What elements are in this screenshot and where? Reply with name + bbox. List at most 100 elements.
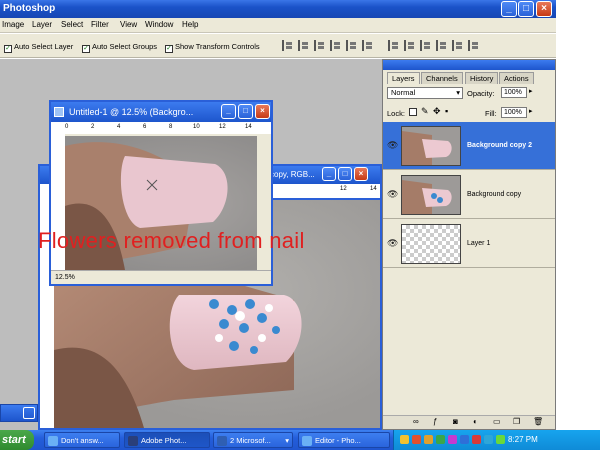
lock-pixels-icon[interactable]: ✎ (421, 106, 429, 117)
menu-layer[interactable]: Layer (32, 20, 52, 29)
layer-name: Background copy (467, 191, 522, 198)
menu-window[interactable]: Window (145, 20, 173, 29)
distribute-left-icon[interactable] (436, 40, 447, 51)
doc-front-close-button[interactable]: × (255, 104, 270, 119)
taskbar-item-microsoft-word[interactable]: 2 Microsof... ▾ (213, 432, 293, 448)
document-window-front[interactable]: Untitled-1 @ 12.5% (Backgro... _ □ × 0 2… (49, 100, 273, 286)
layer-mask-icon[interactable]: ◙ (453, 417, 458, 426)
show-transform-controls-option[interactable]: ✓ Show Transform Controls (165, 42, 260, 53)
align-hcenter-icon[interactable] (346, 40, 357, 51)
restore-icon[interactable] (23, 407, 35, 419)
trash-icon[interactable]: 🗑 (533, 417, 543, 426)
thumbnail-drawing (402, 180, 452, 214)
layer-style-icon[interactable]: ƒ (433, 417, 437, 426)
distribute-hcenter-icon[interactable] (452, 40, 463, 51)
lock-label: Lock: (387, 109, 405, 118)
menu-image[interactable]: Image (2, 20, 24, 29)
align-bottom-icon[interactable] (314, 40, 325, 51)
layers-footer-toolbar: ∞ ƒ ◙ ◐ ▭ ❐ 🗑 (383, 415, 555, 429)
layer-name: Layer 1 (467, 240, 491, 247)
maximize-button[interactable]: □ (518, 1, 534, 17)
fill-arrow-icon[interactable]: ▸ (529, 107, 533, 115)
align-right-icon[interactable] (362, 40, 373, 51)
doc-front-maximize-button[interactable]: □ (238, 104, 253, 119)
security-icon[interactable] (412, 435, 421, 444)
new-layer-icon[interactable]: ❐ (513, 417, 520, 426)
layer-thumbnail (401, 126, 461, 166)
volume-icon[interactable] (424, 435, 433, 444)
lock-all-icon[interactable]: ▪ (445, 106, 448, 116)
visibility-eye-icon[interactable]: 👁 (387, 189, 398, 200)
taskbar-item-editor[interactable]: Editor - Pho... (298, 432, 390, 448)
align-top-icon[interactable] (282, 40, 293, 51)
bluetooth-icon[interactable] (484, 435, 493, 444)
options-bar: ✓ Auto Select Layer ✓ Auto Select Groups ✓… (0, 34, 556, 58)
blend-mode-select[interactable]: Normal ▾ (387, 87, 463, 99)
align-left-icon[interactable] (330, 40, 341, 51)
taskbar-item-photoshop[interactable]: Adobe Phot... (124, 432, 210, 448)
menu-view[interactable]: View (120, 20, 137, 29)
menu-select[interactable]: Select (61, 20, 83, 29)
app-title-bar: Photoshop _ □ × (0, 0, 556, 18)
lock-transparency-icon[interactable] (409, 108, 417, 116)
opacity-arrow-icon[interactable]: ▸ (529, 87, 533, 95)
layer-row-background-copy[interactable]: 👁 Background copy (383, 171, 555, 219)
tab-history[interactable]: History (465, 72, 499, 84)
distribute-vcenter-icon[interactable] (404, 40, 415, 51)
show-transform-controls-checkbox[interactable]: ✓ (165, 45, 173, 53)
lock-position-icon[interactable]: ✥ (433, 106, 441, 117)
layers-palette-title-bar[interactable] (383, 60, 555, 70)
tab-layers[interactable]: Layers (387, 72, 420, 84)
visibility-eye-icon[interactable]: 👁 (387, 140, 398, 151)
taskbar-item-ie[interactable]: Don't answ... (44, 432, 120, 448)
minimize-button[interactable]: _ (501, 1, 517, 17)
clock[interactable]: 8:27 PM (508, 430, 538, 450)
doc-front-minimize-button[interactable]: _ (221, 104, 236, 119)
close-button[interactable]: × (536, 1, 552, 17)
doc-back-maximize-button[interactable]: □ (338, 167, 352, 181)
antivirus-icon[interactable] (472, 435, 481, 444)
doc-back-minimize-button[interactable]: _ (322, 167, 336, 181)
visibility-eye-icon[interactable]: 👁 (387, 238, 398, 249)
new-group-icon[interactable]: ▭ (493, 417, 501, 426)
layers-palette: Layers Channels History Actions Normal ▾… (382, 59, 556, 430)
distribute-bottom-icon[interactable] (420, 40, 431, 51)
auto-select-layer-option[interactable]: ✓ Auto Select Layer (4, 42, 73, 53)
annotation-text: Flowers removed from nail (38, 228, 305, 253)
menu-filter[interactable]: Filter (91, 20, 109, 29)
tab-channels[interactable]: Channels (421, 72, 463, 84)
layer-row-background-copy-2[interactable]: 👁 Background copy 2 (383, 122, 555, 170)
document-front-title-bar[interactable]: Untitled-1 @ 12.5% (Backgro... _ □ × (51, 102, 271, 122)
adjustment-layer-icon[interactable]: ◐ (473, 417, 478, 426)
align-vcenter-icon[interactable] (298, 40, 309, 51)
updates-icon[interactable] (460, 435, 469, 444)
zoom-level[interactable]: 12.5% (55, 274, 75, 281)
distribute-top-icon[interactable] (388, 40, 399, 51)
photoshop-icon (128, 436, 138, 446)
menu-help[interactable]: Help (182, 20, 198, 29)
opacity-input[interactable]: 100% (501, 87, 527, 98)
document-front-title: Untitled-1 @ 12.5% (Backgro... (69, 107, 194, 117)
link-layers-icon[interactable]: ∞ (413, 417, 419, 426)
layer-thumbnail (401, 175, 461, 215)
distribute-right-icon[interactable] (468, 40, 479, 51)
transparent-thumbnail (401, 224, 461, 264)
messenger-icon[interactable] (448, 435, 457, 444)
start-button[interactable]: start (0, 430, 34, 450)
auto-select-groups-option[interactable]: ✓ Auto Select Groups (82, 42, 157, 53)
mail-icon[interactable] (400, 435, 409, 444)
doc-back-close-button[interactable]: × (354, 167, 368, 181)
network-icon[interactable] (436, 435, 445, 444)
tab-actions[interactable]: Actions (499, 72, 534, 84)
auto-select-groups-checkbox[interactable]: ✓ (82, 45, 90, 53)
layer-row-layer-1[interactable]: 👁 Layer 1 (383, 220, 555, 268)
chevron-down-icon: ▾ (456, 88, 460, 97)
thumbnail-drawing (402, 131, 452, 165)
internet-explorer-icon (48, 436, 58, 446)
auto-select-layer-checkbox[interactable]: ✓ (4, 45, 12, 53)
minimized-window[interactable] (0, 404, 38, 422)
battery-icon[interactable] (496, 435, 505, 444)
fill-input[interactable]: 100% (501, 107, 527, 118)
chevron-down-icon: ▾ (285, 436, 289, 445)
app-title: Photoshop (3, 3, 56, 14)
